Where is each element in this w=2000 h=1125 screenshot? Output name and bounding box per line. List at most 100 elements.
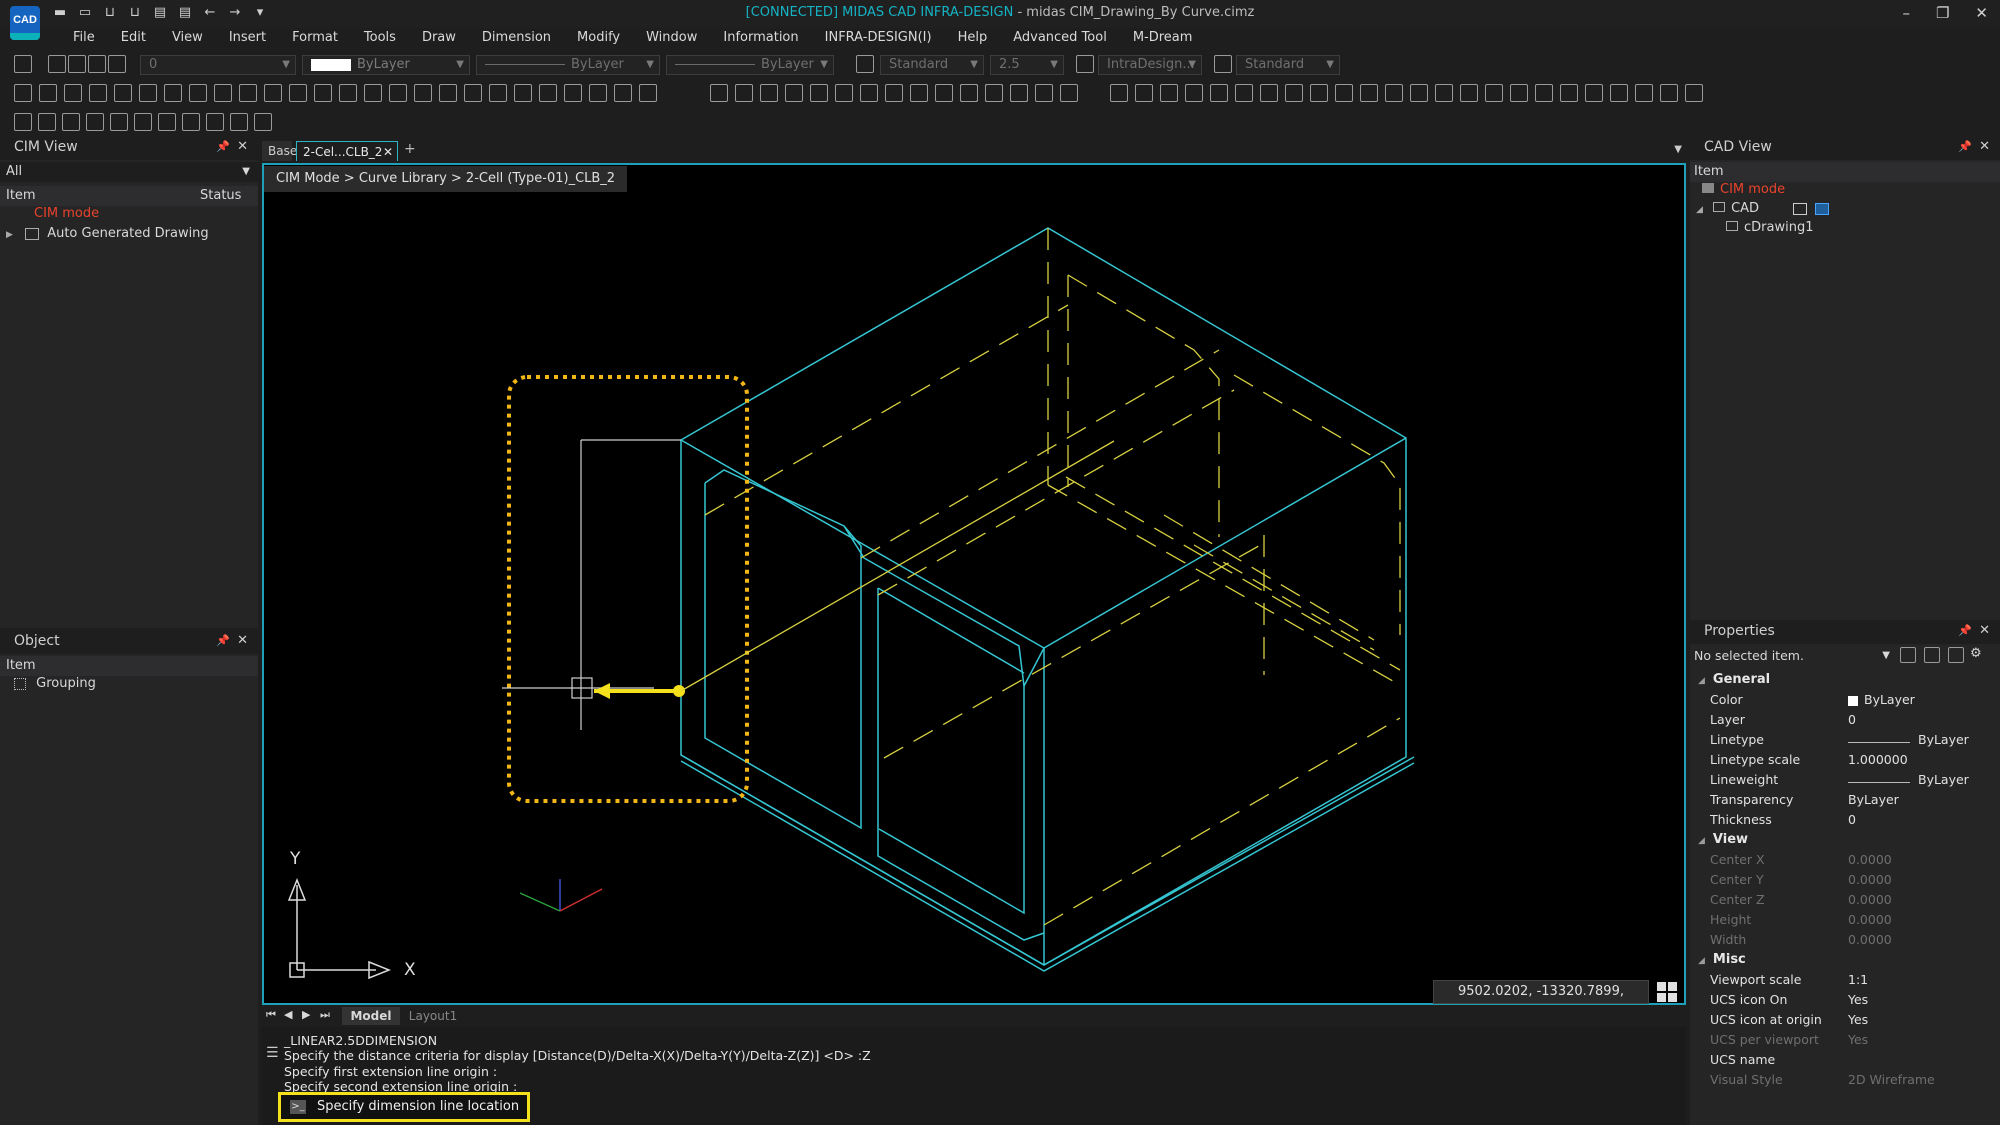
layer-lock-icon[interactable] [88,55,106,73]
snap-tool-icon[interactable] [182,113,200,131]
modify-tool-icon[interactable] [935,84,953,102]
expand-arrow-icon[interactable]: ▶ [6,230,13,240]
dimension-tool-icon[interactable] [1535,84,1553,102]
draw-tool-icon[interactable] [64,84,82,102]
first-layout-icon[interactable]: ⏮ [266,1008,276,1022]
draw-tool-icon[interactable] [414,84,432,102]
menu-edit[interactable]: Edit [108,28,159,52]
table-tool-icon[interactable] [985,84,1003,102]
property-row[interactable]: Viewport scale 1:1 [1692,972,2000,992]
tree-item-cim-mode[interactable]: CIM mode [1702,182,1785,197]
layer-color-icon[interactable] [108,55,126,73]
dimension-tool-icon[interactable] [1585,84,1603,102]
draw-tool-icon[interactable] [89,84,107,102]
modify-tool-icon[interactable] [885,84,903,102]
modify-tool-icon[interactable] [860,84,878,102]
dimension-tool-icon[interactable] [1385,84,1403,102]
dimension-tool-icon[interactable] [1310,84,1328,102]
draw-tool-icon[interactable] [439,84,457,102]
dimension-tool-icon[interactable] [1560,84,1578,102]
quick-select-icon[interactable] [1948,647,1964,663]
property-row[interactable]: UCS per viewport Yes [1692,1032,2000,1052]
minimize-icon[interactable]: – [1902,4,1910,22]
draw-tool-icon[interactable] [464,84,482,102]
collapse-arrow-icon[interactable]: ◢ [1698,836,1705,846]
drawing-viewport[interactable]: Y X [262,163,1686,1005]
draw-tool-icon[interactable] [139,84,157,102]
snap-tool-icon[interactable] [110,113,128,131]
dimension-tool-icon[interactable] [1435,84,1453,102]
pin-icon[interactable]: 📌 [1958,136,1972,158]
table-tool-icon[interactable] [1060,84,1078,102]
modify-tool-icon[interactable] [810,84,828,102]
menu-insert[interactable]: Insert [216,28,279,52]
pin-icon[interactable]: 📌 [1958,620,1972,642]
text-style-icon[interactable] [856,55,874,73]
draw-tool-icon[interactable] [39,84,57,102]
draw-tool-icon[interactable] [614,84,632,102]
menu-infra-design-i[interactable]: INFRA-DESIGN(I) [812,28,945,52]
draw-tool-icon[interactable] [564,84,582,102]
snap-tool-icon[interactable] [158,113,176,131]
table-tool-icon[interactable] [1010,84,1028,102]
property-row[interactable]: UCS name [1692,1052,2000,1072]
snap-tool-icon[interactable] [62,113,80,131]
dim-style-icon[interactable] [1076,55,1094,73]
menu-help[interactable]: Help [945,28,1001,52]
collapse-arrow-icon[interactable]: ◢ [1698,956,1705,966]
menu-information[interactable]: Information [710,28,811,52]
property-row[interactable]: UCS icon On Yes [1692,992,2000,1012]
close-icon[interactable]: ✕ [237,630,248,652]
tab-active-drawing[interactable]: 2-Cel...CLB_2 ✕ [296,141,398,161]
snap-tool-icon[interactable] [38,113,56,131]
property-row[interactable]: Height 0.0000 [1692,912,2000,932]
pin-icon[interactable]: 📌 [216,136,230,158]
modify-tool-icon[interactable] [835,84,853,102]
draw-tool-icon[interactable] [14,84,32,102]
tab-layout1[interactable]: Layout1 [404,1007,462,1025]
property-row[interactable]: Thickness 0 [1692,812,2000,832]
snap-tool-icon[interactable] [134,113,152,131]
snap-tool-icon[interactable] [206,113,224,131]
snap-tool-icon[interactable] [254,113,272,131]
menu-view[interactable]: View [159,28,216,52]
select-objects-icon[interactable] [1924,647,1940,663]
command-prompt-input[interactable]: >_Specify dimension line location : [278,1092,530,1125]
viewport-layout-icon[interactable] [1655,980,1679,1004]
selection-dropdown[interactable]: No selected item. ▼ [1694,646,1890,666]
model-view-icon[interactable] [1815,202,1830,215]
property-row[interactable]: Visual Style 2D Wireframe [1692,1072,2000,1092]
draw-tool-icon[interactable] [339,84,357,102]
draw-tool-icon[interactable] [639,84,657,102]
section-misc[interactable]: ◢ Misc [1698,952,1746,967]
last-layout-icon[interactable]: ⏭ [320,1008,330,1022]
tab-base[interactable]: Base [262,141,297,161]
layer-freeze-icon[interactable] [68,55,86,73]
property-row[interactable]: Width 0.0000 [1692,932,2000,952]
restore-icon[interactable]: ❐ [1936,4,1949,22]
tree-item-cad[interactable]: ◢ CAD [1696,201,1830,216]
dimension-tool-icon[interactable] [1135,84,1153,102]
menu-window[interactable]: Window [633,28,710,52]
dimension-tool-icon[interactable] [1210,84,1228,102]
wrench-icon[interactable]: ⚙ [1970,646,1982,661]
menu-tools[interactable]: Tools [351,28,409,52]
dimension-tool-icon[interactable] [1335,84,1353,102]
dimension-tool-icon[interactable] [1160,84,1178,102]
dimension-tool-icon[interactable] [1485,84,1503,102]
modify-tool-icon[interactable] [910,84,928,102]
collapse-arrow-icon[interactable]: ◢ [1696,205,1703,215]
property-row[interactable]: Lineweight ByLayer [1692,772,2000,792]
modify-tool-icon[interactable] [785,84,803,102]
command-menu-icon[interactable]: ☰ [266,1045,279,1061]
close-icon[interactable]: ✕ [1979,136,1990,158]
snap-tool-icon[interactable] [14,113,32,131]
section-general[interactable]: ◢ General [1698,672,1770,687]
close-icon[interactable]: ✕ [1979,620,1990,642]
dimension-tool-icon[interactable] [1660,84,1678,102]
draw-tool-icon[interactable] [289,84,307,102]
property-row[interactable]: UCS icon at origin Yes [1692,1012,2000,1032]
menu-m-dream[interactable]: M-Dream [1120,28,1206,52]
draw-tool-icon[interactable] [514,84,532,102]
tree-item-grouping[interactable]: Grouping [14,676,96,691]
